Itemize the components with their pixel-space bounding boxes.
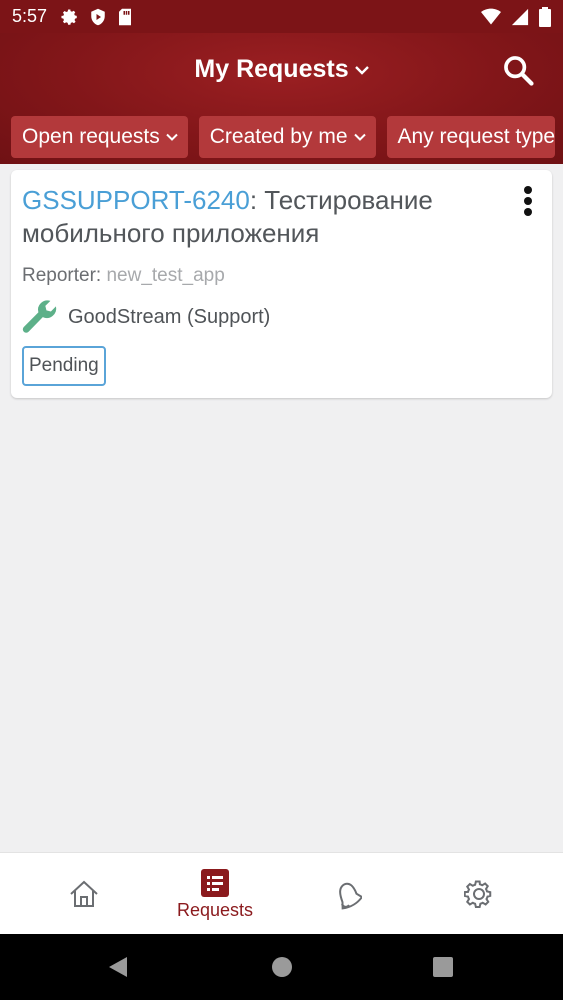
status-badge: Pending xyxy=(22,346,106,386)
chevron-down-icon xyxy=(166,133,178,141)
signal-icon xyxy=(511,8,529,25)
chevron-down-icon xyxy=(354,65,369,75)
battery-icon xyxy=(539,6,551,27)
wrench-icon xyxy=(22,300,57,333)
filter-type-chip[interactable]: Any request type xyxy=(386,116,556,158)
reporter-line: Reporter: new_test_app xyxy=(22,265,225,287)
gear-icon xyxy=(464,880,492,908)
bottom-nav: Requests xyxy=(0,852,563,934)
request-key-link[interactable]: GSSUPPORT-6240 xyxy=(22,185,250,215)
reporter-value: new_test_app xyxy=(106,265,225,286)
reporter-label: Reporter: xyxy=(22,265,102,286)
filter-status-chip[interactable]: Open requests xyxy=(11,116,188,158)
filter-creator-chip[interactable]: Created by me xyxy=(198,116,376,158)
app-bar: My Requests Open requests Created by me … xyxy=(0,33,563,164)
request-title: GSSUPPORT-6240: Тестирование мобильного … xyxy=(22,184,492,250)
filter-type-label: Any request type xyxy=(397,125,556,148)
requests-icon xyxy=(201,868,229,897)
home-icon xyxy=(70,880,98,907)
more-options-icon[interactable] xyxy=(522,186,534,216)
wifi-icon xyxy=(481,8,501,24)
filter-bar: Open requests Created by me Any request … xyxy=(11,116,556,158)
sd-card-icon xyxy=(119,8,132,25)
system-nav-bar xyxy=(0,934,563,1000)
page-title: My Requests xyxy=(194,55,349,83)
chevron-down-icon xyxy=(353,133,366,141)
project-name: GoodStream (Support) xyxy=(68,305,271,328)
back-icon[interactable] xyxy=(105,954,131,980)
request-card[interactable]: GSSUPPORT-6240: Тестирование мобильного … xyxy=(11,170,552,398)
bell-icon xyxy=(339,882,362,910)
search-button[interactable] xyxy=(501,53,535,87)
status-time: 5:57 xyxy=(12,6,48,26)
nav-notifications[interactable] xyxy=(282,853,412,935)
filter-status-label: Open requests xyxy=(22,125,160,148)
nav-requests[interactable]: Requests xyxy=(150,853,280,935)
nav-requests-label: Requests xyxy=(176,899,254,920)
gear-icon xyxy=(61,9,77,25)
filter-creator-label: Created by me xyxy=(209,125,348,148)
project-line: GoodStream (Support) xyxy=(20,298,270,336)
shield-play-icon xyxy=(91,8,105,25)
nav-home[interactable] xyxy=(19,853,149,935)
recents-icon[interactable] xyxy=(430,954,456,980)
title-dropdown[interactable]: My Requests xyxy=(0,55,563,84)
home-circle-icon[interactable] xyxy=(269,954,295,980)
search-icon xyxy=(504,56,534,86)
status-bar: 5:57 xyxy=(0,0,563,33)
nav-settings[interactable] xyxy=(414,853,544,935)
